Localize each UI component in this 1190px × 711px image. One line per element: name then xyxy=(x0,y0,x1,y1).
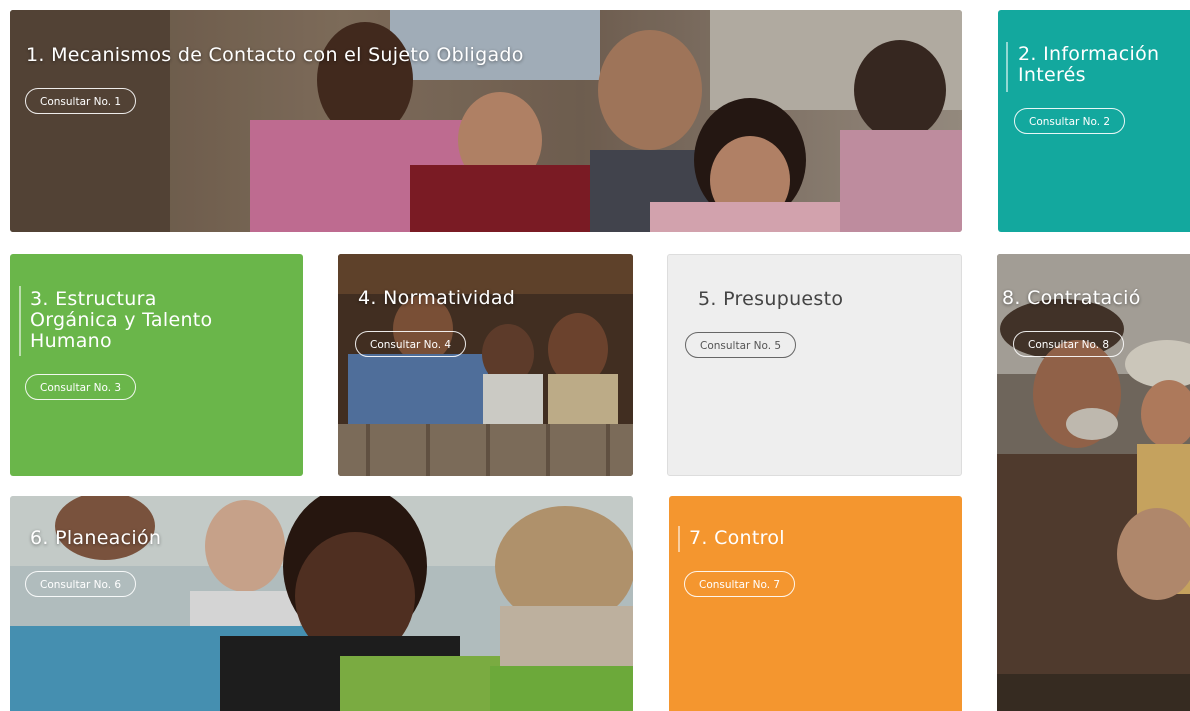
tile-3-accent-rule xyxy=(19,286,21,356)
transparency-tiles-grid: 1. Mecanismos de Contacto con el Sujeto … xyxy=(0,0,1190,711)
consultar-7-button[interactable]: Consultar No. 7 xyxy=(684,571,796,597)
tile-1-title: 1. Mecanismos de Contacto con el Sujeto … xyxy=(26,44,524,66)
consultar-1-button[interactable]: Consultar No. 1 xyxy=(25,88,137,114)
consultar-2-button[interactable]: Consultar No. 2 xyxy=(1014,108,1126,134)
tile-5-title: 5. Presupuesto xyxy=(698,288,844,310)
tile-7-title: 7. Control xyxy=(689,527,785,549)
tile-6-planning[interactable]: 6. Planeación Consultar No. 6 xyxy=(10,496,633,711)
consultar-5-button[interactable]: Consultar No. 5 xyxy=(685,332,797,358)
tile-3-organic-structure[interactable]: 3. Estructura Orgánica y Talento Humano … xyxy=(10,254,303,476)
tile-4-regulations[interactable]: 4. Normatividad Consultar No. 4 xyxy=(338,254,633,476)
photo-overlay xyxy=(997,254,1190,711)
tile-2-information[interactable]: 2. Información Interés Consultar No. 2 xyxy=(998,10,1190,232)
tile-4-title: 4. Normatividad xyxy=(358,287,516,309)
consultar-8-button[interactable]: Consultar No. 8 xyxy=(1013,331,1125,357)
tile-6-title: 6. Planeación xyxy=(30,527,162,549)
tile-8-title: 8. Contratació xyxy=(1002,287,1141,309)
consultar-3-button[interactable]: Consultar No. 3 xyxy=(25,374,137,400)
tile-7-accent-rule xyxy=(678,526,680,552)
consultar-4-button[interactable]: Consultar No. 4 xyxy=(355,331,467,357)
consultar-6-button[interactable]: Consultar No. 6 xyxy=(25,571,137,597)
tile-2-title: 2. Información Interés xyxy=(1018,43,1160,86)
tile-3-title: 3. Estructura Orgánica y Talento Humano xyxy=(30,288,213,352)
tile-7-control[interactable]: 7. Control Consultar No. 7 xyxy=(669,496,962,711)
tile-8-contracting[interactable]: 8. Contratació Consultar No. 8 xyxy=(997,254,1190,711)
tile-2-accent-rule xyxy=(1006,42,1008,92)
tile-5-budget[interactable]: 5. Presupuesto Consultar No. 5 xyxy=(667,254,962,476)
tile-1-contact-mechanisms[interactable]: 1. Mecanismos de Contacto con el Sujeto … xyxy=(10,10,962,232)
